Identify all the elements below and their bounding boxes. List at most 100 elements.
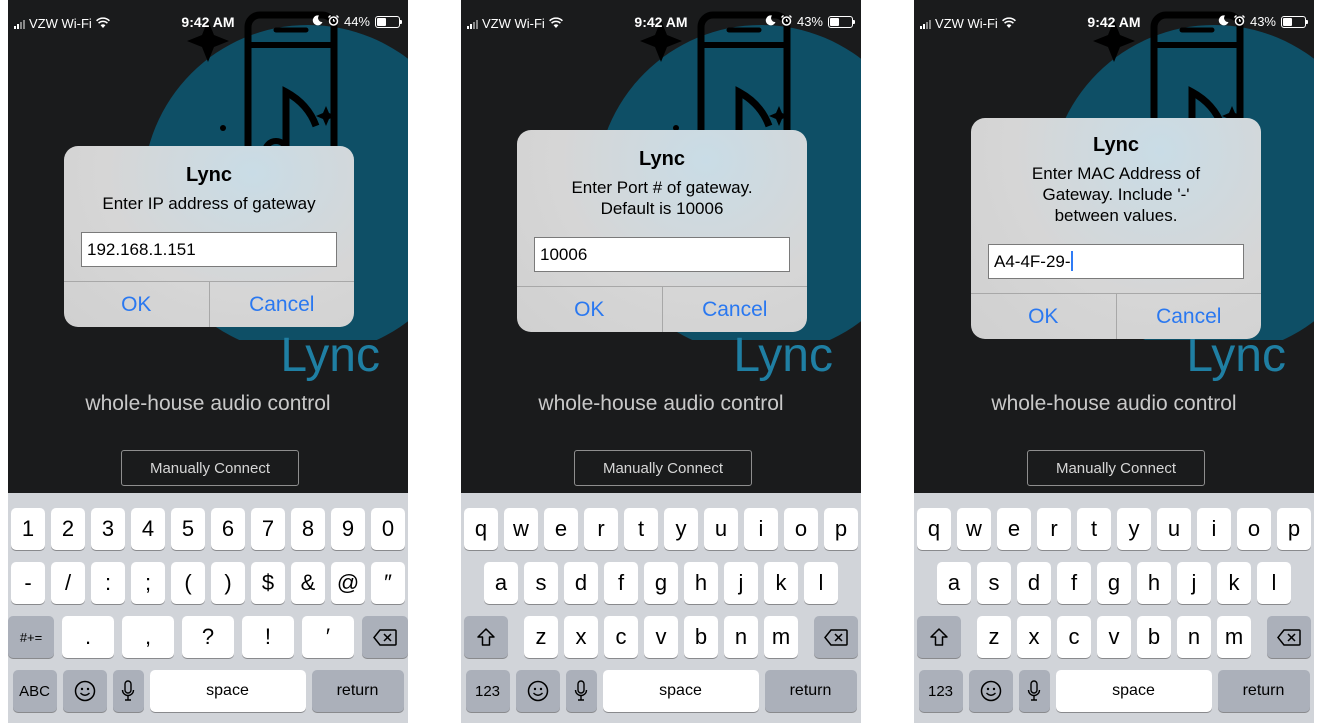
return-key[interactable]: return [311,670,404,712]
space-key[interactable]: space [1055,670,1212,712]
key-exclamation[interactable]: ! [241,616,294,658]
key-l[interactable]: l [1257,562,1291,604]
dictation-key[interactable] [112,670,144,712]
cancel-button[interactable]: Cancel [661,287,808,332]
key-close-paren[interactable]: ) [211,562,245,604]
ip-address-input[interactable]: 192.168.1.151 [81,232,337,267]
key-a[interactable]: a [937,562,971,604]
key-e[interactable]: e [544,508,578,550]
key-j[interactable]: j [1177,562,1211,604]
key-9[interactable]: 9 [331,508,365,550]
key-g[interactable]: g [1097,562,1131,604]
key-5[interactable]: 5 [171,508,205,550]
key-u[interactable]: u [704,508,738,550]
key-h[interactable]: h [684,562,718,604]
key-open-paren[interactable]: ( [171,562,205,604]
key-k[interactable]: k [1217,562,1251,604]
key-ampersand[interactable]: & [291,562,325,604]
key-z[interactable]: z [977,616,1011,658]
key-colon[interactable]: : [91,562,125,604]
key-2[interactable]: 2 [51,508,85,550]
symbols-key[interactable]: #+= [8,616,55,658]
numbers-key[interactable]: 123 [465,670,510,712]
cancel-button[interactable]: Cancel [1115,294,1262,339]
key-w[interactable]: w [504,508,538,550]
key-m[interactable]: m [764,616,798,658]
key-l[interactable]: l [804,562,838,604]
emoji-key[interactable] [515,670,560,712]
key-k[interactable]: k [764,562,798,604]
dictation-key[interactable] [1018,670,1050,712]
key-v[interactable]: v [644,616,678,658]
key-i[interactable]: i [744,508,778,550]
space-key[interactable]: space [602,670,759,712]
key-s[interactable]: s [977,562,1011,604]
ok-button[interactable]: OK [64,282,209,327]
key-1[interactable]: 1 [11,508,45,550]
key-f[interactable]: f [1057,562,1091,604]
key-t[interactable]: t [1077,508,1111,550]
port-number-input[interactable]: 10006 [534,237,790,272]
key-n[interactable]: n [1177,616,1211,658]
key-4[interactable]: 4 [131,508,165,550]
cancel-button[interactable]: Cancel [208,282,355,327]
key-y[interactable]: y [664,508,698,550]
emoji-key[interactable] [62,670,107,712]
key-r[interactable]: r [1037,508,1071,550]
key-t[interactable]: t [624,508,658,550]
key-b[interactable]: b [1137,616,1171,658]
key-x[interactable]: x [564,616,598,658]
key-e[interactable]: e [997,508,1031,550]
shift-key[interactable] [464,616,508,658]
key-s[interactable]: s [524,562,558,604]
key-d[interactable]: d [564,562,598,604]
key-f[interactable]: f [604,562,638,604]
dictation-key[interactable] [565,670,597,712]
key-d[interactable]: d [1017,562,1051,604]
ok-button[interactable]: OK [517,287,662,332]
key-a[interactable]: a [484,562,518,604]
backspace-key[interactable] [814,616,858,658]
manually-connect-button[interactable]: Manually Connect [121,450,299,486]
key-j[interactable]: j [724,562,758,604]
key-semicolon[interactable]: ; [131,562,165,604]
key-question[interactable]: ? [182,616,234,658]
key-z[interactable]: z [524,616,558,658]
key-b[interactable]: b [684,616,718,658]
key-slash[interactable]: / [51,562,85,604]
key-period[interactable]: . [62,616,115,658]
key-dollar[interactable]: $ [251,562,285,604]
key-q[interactable]: q [917,508,951,550]
key-quote[interactable]: ″ [371,562,405,604]
return-key[interactable]: return [764,670,857,712]
key-r[interactable]: r [584,508,618,550]
key-comma[interactable]: , [122,616,175,658]
shift-key[interactable] [917,616,961,658]
key-c[interactable]: c [604,616,638,658]
key-m[interactable]: m [1217,616,1251,658]
key-y[interactable]: y [1117,508,1151,550]
numbers-key[interactable]: 123 [918,670,963,712]
key-g[interactable]: g [644,562,678,604]
key-o[interactable]: o [784,508,818,550]
key-n[interactable]: n [724,616,758,658]
key-p[interactable]: p [1277,508,1311,550]
key-u[interactable]: u [1157,508,1191,550]
key-q[interactable]: q [464,508,498,550]
mac-address-input[interactable]: A4-4F-29- [988,244,1244,279]
key-0[interactable]: 0 [371,508,405,550]
backspace-key[interactable] [361,616,408,658]
key-at[interactable]: @ [331,562,365,604]
key-i[interactable]: i [1197,508,1231,550]
key-p[interactable]: p [824,508,858,550]
return-key[interactable]: return [1217,670,1310,712]
key-apostrophe[interactable]: ′ [301,616,354,658]
key-x[interactable]: x [1017,616,1051,658]
abc-key[interactable]: ABC [12,670,57,712]
key-v[interactable]: v [1097,616,1131,658]
space-key[interactable]: space [149,670,306,712]
key-6[interactable]: 6 [211,508,245,550]
emoji-key[interactable] [968,670,1013,712]
key-hyphen[interactable]: - [11,562,45,604]
key-h[interactable]: h [1137,562,1171,604]
